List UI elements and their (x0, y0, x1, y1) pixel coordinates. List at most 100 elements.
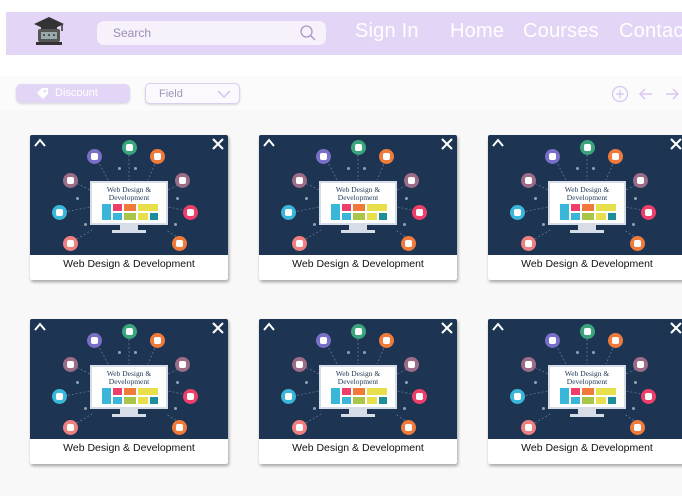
dot (405, 381, 408, 384)
people-dot (363, 167, 366, 170)
monitor-graphic: Web Design & Development (319, 365, 397, 417)
user-node-icon (521, 420, 536, 435)
course-grid: Web Design & Development Web Design & De… (0, 110, 682, 496)
search-node-icon (580, 324, 595, 339)
people-dot (134, 351, 137, 354)
search-icon[interactable] (298, 23, 318, 43)
mobile-node-icon (63, 357, 78, 372)
settings-node-icon (52, 205, 67, 220)
tablet-node-icon (633, 173, 648, 188)
nav-courses[interactable]: Courses (523, 20, 599, 43)
dot (634, 381, 637, 384)
mail-node-icon (87, 333, 102, 348)
top-nav-bar: Search Sign In Home Courses Contact (6, 12, 682, 55)
dot (405, 197, 408, 200)
wifi-dot (174, 223, 177, 226)
wifi-dot (632, 407, 635, 410)
layout-blocks-graphic (102, 388, 158, 404)
user-node-icon (292, 420, 307, 435)
screen-line-2: Development (566, 377, 608, 386)
arrow-right-icon[interactable] (663, 85, 681, 103)
monitor-screen: Web Design & Development (319, 365, 397, 409)
nav-home[interactable]: Home (450, 20, 504, 43)
course-title[interactable]: Web Design & Development (259, 258, 457, 270)
course-thumbnail: Web Design & Development (30, 319, 228, 439)
field-dropdown[interactable]: Field (145, 83, 240, 104)
settings-node-icon (281, 389, 296, 404)
settings-node-icon (510, 389, 525, 404)
dot (84, 223, 87, 226)
layout-blocks-graphic (331, 204, 387, 220)
wifi-dot (403, 223, 406, 226)
image-node-icon (412, 389, 427, 404)
chat-node-icon (379, 333, 394, 348)
tablet-node-icon (404, 357, 419, 372)
filter-bar: Discount Field (0, 76, 682, 110)
course-title[interactable]: Web Design & Development (488, 442, 682, 454)
security-node-icon (630, 420, 645, 435)
chat-node-icon (150, 333, 165, 348)
chat-node-icon (379, 149, 394, 164)
screen-caption: Web Design & Development (321, 186, 395, 202)
course-card[interactable]: Web Design & Development Web Design & De… (488, 319, 682, 464)
security-node-icon (630, 236, 645, 251)
course-card[interactable]: Web Design & Development Web Design & De… (259, 319, 457, 464)
dot (176, 381, 179, 384)
course-card[interactable]: Web Design & Development Web Design & De… (488, 135, 682, 280)
screen-caption: Web Design & Development (550, 370, 624, 386)
monitor-graphic: Web Design & Development (319, 181, 397, 233)
course-title[interactable]: Web Design & Development (30, 258, 228, 270)
graduation-cap-logo-icon[interactable] (32, 14, 66, 48)
course-title[interactable]: Web Design & Development (259, 442, 457, 454)
add-circle-icon[interactable] (611, 85, 629, 103)
nav-sign-in[interactable]: Sign In (355, 20, 419, 43)
settings-node-icon (52, 389, 67, 404)
arrow-left-icon[interactable] (637, 85, 655, 103)
tablet-node-icon (175, 357, 190, 372)
course-card[interactable]: Web Design & Development Web Design & De… (30, 319, 228, 464)
dot (305, 381, 308, 384)
search-node-icon (122, 324, 137, 339)
course-thumbnail: Web Design & Development (259, 319, 457, 439)
screen-caption: Web Design & Development (92, 370, 166, 386)
monitor-graphic: Web Design & Development (90, 365, 168, 417)
layout-blocks-graphic (102, 204, 158, 220)
course-card[interactable]: Web Design & Development Web Design & De… (30, 135, 228, 280)
image-node-icon (641, 205, 656, 220)
screen-caption: Web Design & Development (321, 370, 395, 386)
security-node-icon (401, 420, 416, 435)
search-input[interactable]: Search (97, 21, 326, 45)
monitor-base (570, 230, 604, 233)
layout-blocks-graphic (560, 204, 616, 220)
settings-node-icon (281, 205, 296, 220)
layout-blocks-graphic (331, 388, 387, 404)
discount-filter-button[interactable]: Discount (16, 84, 130, 103)
monitor-base (112, 230, 146, 233)
image-node-icon (183, 205, 198, 220)
mobile-node-icon (521, 173, 536, 188)
course-card[interactable]: Web Design & Development Web Design & De… (259, 135, 457, 280)
course-title[interactable]: Web Design & Development (30, 442, 228, 454)
user-node-icon (521, 236, 536, 251)
chevron-down-icon (217, 90, 231, 99)
people-dot (363, 351, 366, 354)
search-node-icon (351, 324, 366, 339)
nav-contact[interactable]: Contact (619, 20, 682, 43)
course-thumbnail: Web Design & Development (488, 135, 682, 255)
mobile-node-icon (292, 357, 307, 372)
monitor-base (570, 414, 604, 417)
course-title[interactable]: Web Design & Development (488, 258, 682, 270)
dot (313, 407, 316, 410)
dot (534, 381, 537, 384)
page: Search Sign In Home Courses Contact Disc… (0, 0, 682, 496)
people-dot (592, 167, 595, 170)
course-thumbnail: Web Design & Development (30, 135, 228, 255)
tag-icon (37, 88, 48, 99)
monitor-base (341, 230, 375, 233)
cloud-dot (576, 167, 579, 170)
mail-node-icon (545, 149, 560, 164)
settings-node-icon (510, 205, 525, 220)
screen-caption: Web Design & Development (92, 186, 166, 202)
mobile-node-icon (63, 173, 78, 188)
security-node-icon (172, 236, 187, 251)
